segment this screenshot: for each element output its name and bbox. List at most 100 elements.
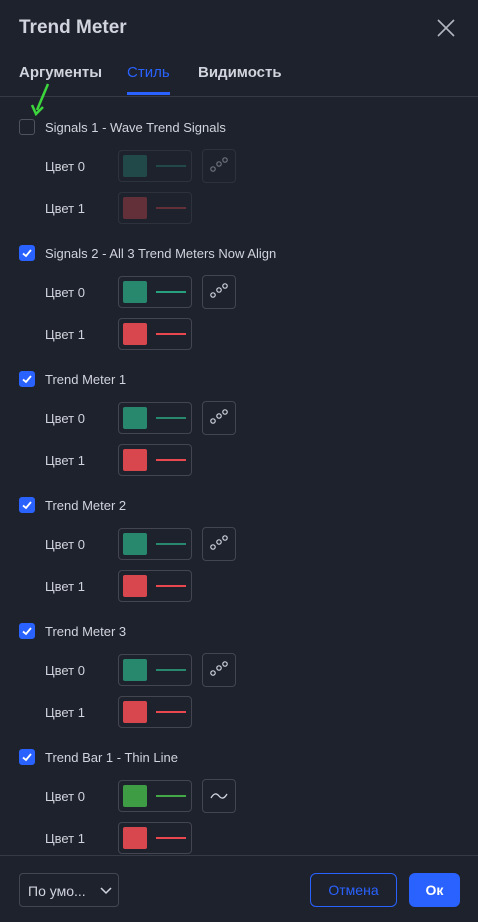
plot-visibility-toggle[interactable]: Signals 1 - Wave Trend Signals	[19, 117, 226, 137]
defaults-dropdown[interactable]: По умо...	[19, 873, 119, 907]
color-picker-button[interactable]	[118, 780, 192, 812]
plot-visibility-toggle[interactable]: Trend Bar 1 - Thin Line	[19, 747, 178, 767]
checkbox[interactable]	[19, 119, 35, 135]
line-preview	[156, 837, 186, 839]
checkbox[interactable]	[19, 371, 35, 387]
tab-bar: Аргументы Стиль Видимость	[0, 56, 478, 97]
plot-group: Signals 1 - Wave Trend Signals Цвет 0 Цвет…	[0, 97, 478, 224]
color-picker-button[interactable]	[118, 150, 192, 182]
close-icon[interactable]	[432, 14, 460, 42]
color-label: Цвет 0	[45, 411, 85, 426]
ok-button[interactable]: Ок	[409, 873, 460, 907]
line-preview	[156, 669, 186, 671]
color-label: Цвет 1	[45, 831, 85, 846]
line-preview	[156, 333, 186, 335]
color-swatch	[123, 533, 147, 555]
circles-icon	[210, 283, 228, 298]
circles-icon	[210, 409, 228, 424]
color-picker-button[interactable]	[118, 570, 192, 602]
line-preview	[156, 585, 186, 587]
plot-style-button[interactable]	[202, 275, 236, 309]
plot-group: Signals 2 - All 3 Trend Meters Now Align…	[0, 223, 478, 350]
line-preview	[156, 417, 186, 419]
plot-visibility-toggle[interactable]: Trend Meter 1	[19, 369, 126, 389]
plot-style-button[interactable]	[202, 527, 236, 561]
color-swatch	[123, 323, 147, 345]
color-swatch	[123, 701, 147, 723]
checkmark-icon	[22, 249, 32, 258]
style-settings-list: Signals 1 - Wave Trend Signals Цвет 0 Цвет…	[0, 97, 478, 854]
checkmark-icon	[22, 375, 32, 384]
chevron-down-icon	[100, 887, 112, 895]
line-preview	[156, 543, 186, 545]
annotation-arrow-icon	[30, 83, 50, 116]
color-label: Цвет 0	[45, 285, 85, 300]
plot-style-button[interactable]	[202, 653, 236, 687]
color-picker-button[interactable]	[118, 444, 192, 476]
color-label: Цвет 1	[45, 327, 85, 342]
plot-label: Trend Meter 1	[45, 371, 127, 387]
color-swatch	[123, 575, 147, 597]
circles-icon	[210, 535, 228, 550]
line-preview	[156, 207, 186, 209]
line-preview	[156, 795, 186, 797]
plot-label: Trend Meter 3	[45, 623, 127, 639]
color-picker-button[interactable]	[118, 528, 192, 560]
plot-group: Trend Meter 3 Цвет 0 Цвет 1	[0, 601, 478, 728]
color-swatch	[123, 785, 147, 807]
color-label: Цвет 1	[45, 201, 85, 216]
color-label: Цвет 1	[45, 579, 85, 594]
plot-label: Signals 2 - All 3 Trend Meters Now Align	[45, 245, 277, 261]
checkbox[interactable]	[19, 623, 35, 639]
plot-visibility-toggle[interactable]: Trend Meter 2	[19, 495, 126, 515]
plot-label: Signals 1 - Wave Trend Signals	[45, 119, 226, 135]
color-picker-button[interactable]	[118, 402, 192, 434]
checkbox[interactable]	[19, 245, 35, 261]
color-picker-button[interactable]	[118, 192, 192, 224]
color-label: Цвет 1	[45, 453, 85, 468]
checkbox[interactable]	[19, 497, 35, 513]
color-picker-button[interactable]	[118, 654, 192, 686]
tab-visibility[interactable]: Видимость	[198, 64, 282, 95]
cancel-button[interactable]: Отмена	[310, 873, 397, 907]
wave-line-icon	[210, 793, 228, 799]
plot-style-button[interactable]	[202, 149, 236, 183]
dialog-header: Trend Meter	[0, 0, 478, 56]
plot-style-button[interactable]	[202, 401, 236, 435]
color-swatch	[123, 197, 147, 219]
plot-visibility-toggle[interactable]: Signals 2 - All 3 Trend Meters Now Align	[19, 243, 276, 263]
color-label: Цвет 0	[45, 159, 85, 174]
color-picker-button[interactable]	[118, 696, 192, 728]
plot-visibility-toggle[interactable]: Trend Meter 3	[19, 621, 126, 641]
checkmark-icon	[22, 627, 32, 636]
color-swatch	[123, 827, 147, 849]
circles-icon	[210, 661, 228, 676]
circles-icon	[210, 157, 228, 172]
line-preview	[156, 291, 186, 293]
color-picker-button[interactable]	[118, 318, 192, 350]
color-picker-button[interactable]	[118, 276, 192, 308]
line-preview	[156, 711, 186, 713]
defaults-dropdown-label: По умо...	[28, 883, 86, 899]
color-swatch	[123, 407, 147, 429]
checkbox[interactable]	[19, 749, 35, 765]
checkmark-icon	[22, 753, 32, 762]
plot-label: Trend Bar 1 - Thin Line	[45, 749, 178, 765]
plot-group: Trend Meter 1 Цвет 0 Цвет 1	[0, 349, 478, 476]
line-preview	[156, 165, 186, 167]
dialog-title: Trend Meter	[19, 17, 127, 38]
plot-group: Trend Meter 2 Цвет 0 Цвет 1	[0, 475, 478, 602]
line-preview	[156, 459, 186, 461]
color-label: Цвет 0	[45, 537, 85, 552]
color-label: Цвет 0	[45, 663, 85, 678]
plot-label: Trend Meter 2	[45, 497, 127, 513]
color-swatch	[123, 659, 147, 681]
color-label: Цвет 1	[45, 705, 85, 720]
color-swatch	[123, 155, 147, 177]
color-swatch	[123, 281, 147, 303]
tab-style[interactable]: Стиль	[127, 64, 170, 95]
dialog-footer: По умо... Отмена Ок	[0, 855, 478, 922]
color-picker-button[interactable]	[118, 822, 192, 854]
plot-style-button[interactable]	[202, 779, 236, 813]
plot-group: Trend Bar 1 - Thin Line Цвет 0 Цвет 1	[0, 727, 478, 854]
